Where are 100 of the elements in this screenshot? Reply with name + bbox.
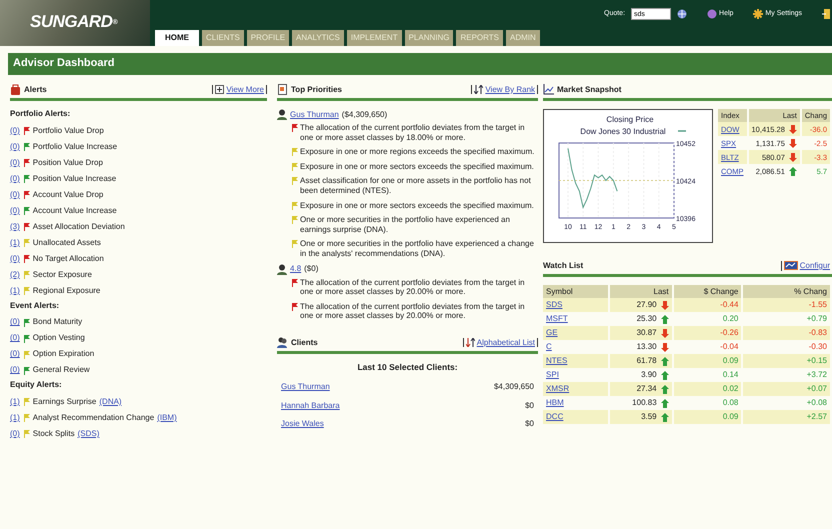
chart-icon [543, 84, 554, 95]
configure-icon [784, 261, 798, 270]
last-price: 3.59 [641, 412, 657, 422]
count-link[interactable]: (0) [10, 174, 20, 184]
symbol-link[interactable]: (DNA) [99, 396, 122, 407]
alert-label: Unallocated Assets [32, 238, 101, 248]
symbol-link[interactable]: SDS [546, 300, 562, 310]
count-link[interactable]: (0) [10, 254, 20, 264]
person-icon [277, 109, 288, 120]
page-title: Advisor Dashboard [8, 53, 832, 75]
percent-change-cell: +2.57 [742, 410, 831, 424]
alert-label: Sector Exposure [32, 270, 92, 280]
symbol-link[interactable]: SPI [546, 370, 559, 380]
alert-label: Regional Exposure [32, 286, 100, 296]
alert-label: Asset Allocation Deviation [32, 222, 125, 232]
symbol-link[interactable]: GE [546, 328, 558, 338]
priority-text: Exposure in one or more sectors exceeds the specified maximum. [300, 162, 534, 172]
logout-link[interactable] [822, 9, 832, 19]
section-link[interactable]: Alphabetical List [462, 338, 538, 348]
document-icon [277, 84, 288, 95]
last-price: 61.78 [636, 356, 657, 366]
alert-label: Portfolio Value Increase [32, 142, 118, 152]
count-link[interactable]: (3) [10, 222, 20, 232]
change-cell: 0.02 [672, 382, 742, 396]
group-heading: Event Alerts: [10, 300, 60, 310]
people-icon [277, 336, 288, 348]
column-header: % Chang [742, 284, 831, 298]
priority-text: The allocation of the current portfolio deviates from the target in one or more asset classes by 20.00% or more. [300, 278, 526, 297]
alert-label: Analyst Recommendation Change [32, 412, 154, 423]
count-link[interactable]: (0) [10, 365, 20, 375]
count-link[interactable]: (0) [10, 126, 20, 136]
chart-title: Closing Price [606, 115, 654, 124]
price-line [568, 148, 618, 209]
count-link[interactable]: (1) [10, 286, 20, 296]
priority-text: The allocation of the current portfolio deviates from the target in one or more asset classes by 18.00% or more. [300, 123, 526, 142]
alert-label: Option Vesting [32, 333, 85, 343]
alert-label: No Target Allocation [32, 254, 104, 264]
count-link[interactable]: (0) [10, 317, 20, 327]
count-link[interactable]: (0) [10, 349, 20, 359]
count-link[interactable]: (1) [10, 412, 20, 423]
symbol-link[interactable]: (IBM) [157, 412, 177, 423]
priority-text: The allocation of the current portfolio deviates from the target in one or more asset classes by 20.00% or more. [300, 302, 526, 321]
column-header: Last [608, 284, 673, 298]
alert-label: Account Value Drop [32, 190, 104, 200]
count-link[interactable]: (0) [10, 142, 20, 152]
client-link[interactable]: Gus Thurman [290, 110, 339, 120]
section-link[interactable]: View By Rank [471, 84, 538, 94]
client-link[interactable]: Josie Wales [281, 419, 324, 429]
change-cell: 0.09 [672, 410, 742, 424]
section-title: Alerts [24, 84, 47, 94]
last-price: 13.30 [636, 342, 657, 352]
percent-change-cell: +0.15 [742, 354, 831, 368]
percent-change-cell: -0.83 [742, 326, 831, 340]
priority-text: One or more securities in the portfolio have experienced a change in the analysts' recommendations (DNA). [300, 239, 535, 259]
sort-icon [474, 85, 484, 94]
settings-icon [753, 9, 764, 19]
client-value: ($4,309,650) [342, 110, 388, 120]
alert-label: General Review [32, 365, 90, 375]
count-link[interactable]: (0) [10, 333, 20, 343]
legend-label: Dow Jones 30 Industrial [580, 127, 666, 136]
group-heading: Portfolio Alerts: [10, 109, 72, 119]
clients-subtitle: Last 10 Selected Clients: [356, 362, 459, 372]
nav-tab[interactable]: HOME [155, 30, 199, 46]
count-link[interactable]: (2) [10, 270, 20, 280]
last-price: 30.87 [636, 328, 657, 338]
section-link[interactable]: View More [212, 84, 268, 94]
symbol-link[interactable]: HBM [546, 398, 564, 408]
priority-text: Exposure in one or more sectors exceeds the specified maximum. [300, 200, 534, 210]
client-value: $4,309,650 [494, 382, 534, 392]
count-link[interactable]: (0) [10, 158, 20, 168]
percent-change-cell: +0.07 [742, 382, 831, 396]
globe-icon [677, 9, 688, 19]
alert-label: Stock Splits [32, 428, 75, 439]
count-link[interactable]: (1) [10, 238, 20, 248]
view-more-icon [215, 85, 224, 94]
client-value: $0 [525, 400, 534, 410]
alert-label: Account Value Increase [32, 206, 117, 216]
client-link[interactable]: Gus Thurman [281, 382, 330, 392]
client-link[interactable]: Hannah Barbara [281, 400, 340, 410]
symbol-link[interactable]: DCC [546, 412, 564, 422]
count-link[interactable]: (0) [10, 428, 20, 439]
symbol-link[interactable]: (SDS) [78, 428, 100, 439]
client-value: $0 [525, 419, 534, 429]
alert-label: Position Value Increase [32, 174, 116, 184]
symbol-link[interactable]: C [546, 342, 552, 352]
section-title: Top Priorities [291, 84, 342, 94]
count-link[interactable]: (0) [10, 190, 20, 200]
change-cell: 0.09 [672, 354, 742, 368]
alert-label: Bond Maturity [32, 317, 82, 327]
count-link[interactable]: (0) [10, 206, 20, 216]
client-link[interactable]: 4.8 [290, 264, 302, 274]
percent-change-cell: -1.55 [742, 298, 831, 312]
alert-label: Portfolio Value Drop [32, 126, 104, 136]
column-header: $ Change [672, 284, 742, 298]
alert-label: Position Value Drop [32, 158, 103, 168]
count-link[interactable]: (1) [10, 396, 20, 407]
last-price: 27.90 [636, 300, 657, 310]
column-header: Symbol [543, 284, 609, 298]
configure-link[interactable]: Configur [780, 261, 832, 271]
symbol-link[interactable]: MSFT [546, 314, 568, 324]
